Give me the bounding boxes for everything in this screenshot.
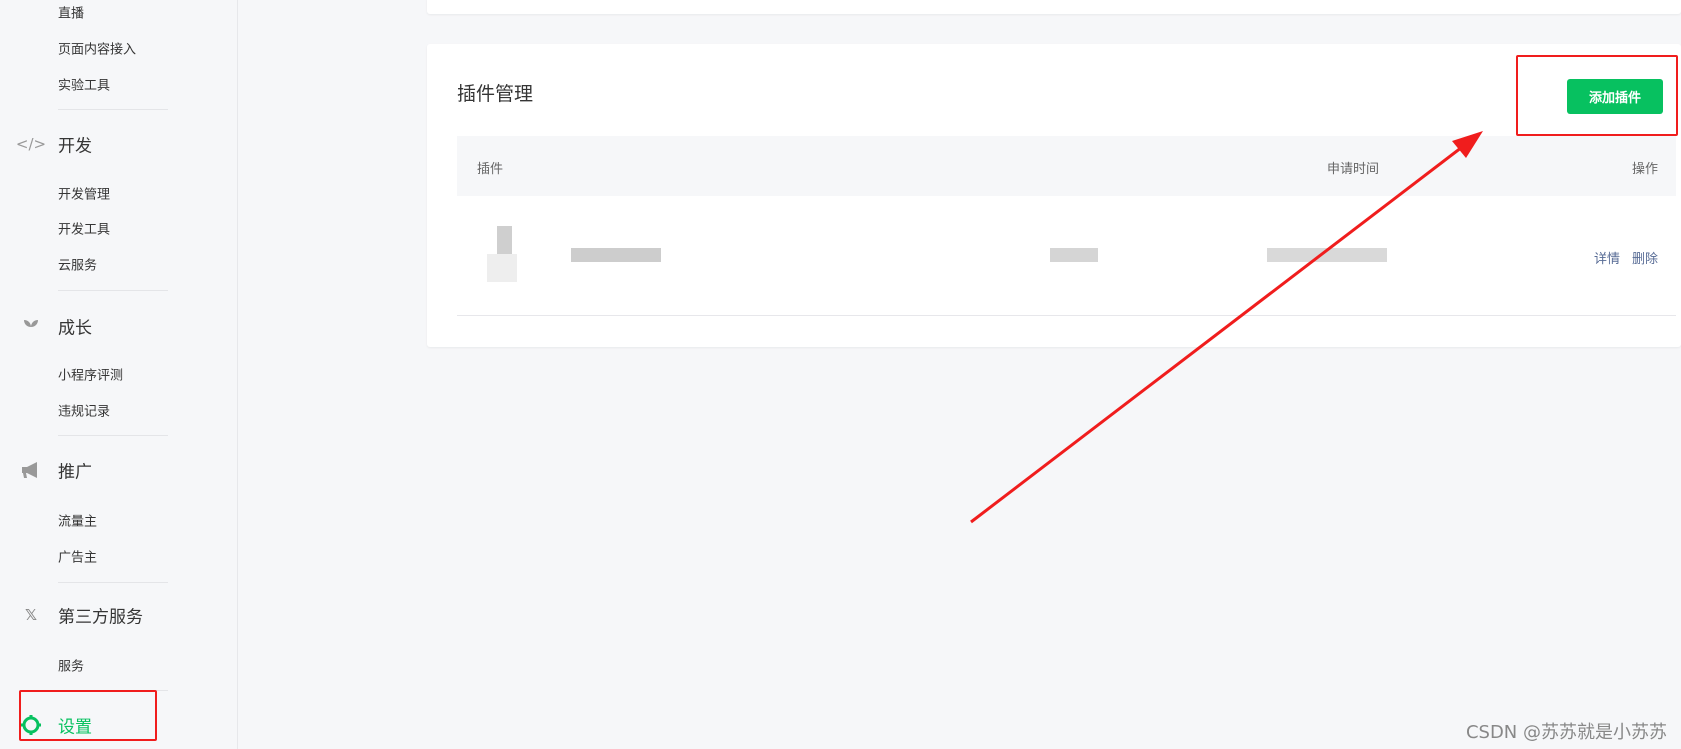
annotation-arrow [970, 131, 1483, 524]
watermark: CSDN @苏苏就是小苏苏 [1465, 722, 1667, 743]
